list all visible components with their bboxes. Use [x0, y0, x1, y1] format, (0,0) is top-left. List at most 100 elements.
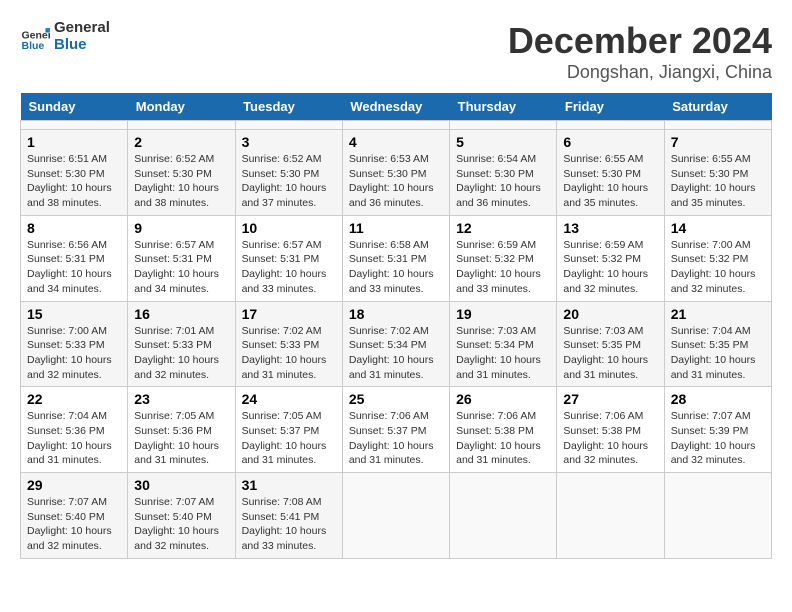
calendar-cell: 6 Sunrise: 6:55 AMSunset: 5:30 PMDaylight…	[557, 130, 664, 216]
day-info: Sunrise: 7:02 AMSunset: 5:34 PMDaylight:…	[349, 324, 443, 383]
day-info: Sunrise: 7:02 AMSunset: 5:33 PMDaylight:…	[242, 324, 336, 383]
logo: General Blue General Blue	[20, 20, 110, 53]
calendar-cell	[557, 121, 664, 130]
calendar-cell: 23Sunrise: 7:05 AMSunset: 5:36 PMDayligh…	[128, 387, 235, 473]
day-number: 14	[671, 220, 765, 236]
day-info: Sunrise: 7:06 AMSunset: 5:38 PMDaylight:…	[456, 409, 550, 468]
calendar-row-2: 8Sunrise: 6:56 AMSunset: 5:31 PMDaylight…	[21, 215, 772, 301]
day-info: Sunrise: 7:04 AMSunset: 5:36 PMDaylight:…	[27, 409, 121, 468]
day-info: Sunrise: 6:53 AMSunset: 5:30 PMDaylight:…	[349, 152, 443, 211]
day-number: 7	[671, 134, 765, 150]
calendar-cell: 17 Sunrise: 7:02 AMSunset: 5:33 PMDayligh…	[235, 301, 342, 387]
day-info: Sunrise: 7:03 AMSunset: 5:34 PMDaylight:…	[456, 324, 550, 383]
day-info: Sunrise: 7:05 AMSunset: 5:36 PMDaylight:…	[134, 409, 228, 468]
title-area: December 2024 Dongshan, Jiangxi, China	[508, 20, 772, 83]
calendar-cell: 1 Sunrise: 6:51 AMSunset: 5:30 PMDaylight…	[21, 130, 128, 216]
day-info: Sunrise: 7:07 AMSunset: 5:39 PMDaylight:…	[671, 409, 765, 468]
day-number: 2	[134, 134, 228, 150]
day-number: 26	[456, 391, 550, 407]
day-info: Sunrise: 6:59 AMSunset: 5:32 PMDaylight:…	[456, 238, 550, 297]
day-number: 27	[563, 391, 657, 407]
calendar-header-row: Sunday Monday Tuesday Wednesday Thursday…	[21, 93, 772, 121]
day-info: Sunrise: 7:06 AMSunset: 5:37 PMDaylight:…	[349, 409, 443, 468]
day-number: 10	[242, 220, 336, 236]
calendar-cell: 3 Sunrise: 6:52 AMSunset: 5:30 PMDaylight…	[235, 130, 342, 216]
calendar-cell	[342, 121, 449, 130]
day-number: 17	[242, 306, 336, 322]
calendar-cell: 24Sunrise: 7:05 AMSunset: 5:37 PMDayligh…	[235, 387, 342, 473]
day-info: Sunrise: 7:06 AMSunset: 5:38 PMDaylight:…	[563, 409, 657, 468]
calendar-cell: 9Sunrise: 6:57 AMSunset: 5:31 PMDaylight…	[128, 215, 235, 301]
header-thursday: Thursday	[450, 93, 557, 121]
day-number: 20	[563, 306, 657, 322]
day-info: Sunrise: 6:55 AMSunset: 5:30 PMDaylight:…	[563, 152, 657, 211]
calendar-cell	[450, 473, 557, 559]
calendar-cell: 4 Sunrise: 6:53 AMSunset: 5:30 PMDaylight…	[342, 130, 449, 216]
day-number: 30	[134, 477, 228, 493]
calendar-row-1: 1 Sunrise: 6:51 AMSunset: 5:30 PMDaylight…	[21, 130, 772, 216]
day-number: 19	[456, 306, 550, 322]
day-number: 24	[242, 391, 336, 407]
day-info: Sunrise: 7:07 AMSunset: 5:40 PMDaylight:…	[27, 495, 121, 554]
day-info: Sunrise: 7:00 AMSunset: 5:33 PMDaylight:…	[27, 324, 121, 383]
calendar-cell	[21, 121, 128, 130]
calendar-cell: 10 Sunrise: 6:57 AMSunset: 5:31 PMDayligh…	[235, 215, 342, 301]
calendar-table: Sunday Monday Tuesday Wednesday Thursday…	[20, 93, 772, 559]
calendar-cell: 31 Sunrise: 7:08 AMSunset: 5:41 PMDayligh…	[235, 473, 342, 559]
calendar-cell: 20 Sunrise: 7:03 AMSunset: 5:35 PMDayligh…	[557, 301, 664, 387]
day-number: 15	[27, 306, 121, 322]
header-sunday: Sunday	[21, 93, 128, 121]
day-info: Sunrise: 7:01 AMSunset: 5:33 PMDaylight:…	[134, 324, 228, 383]
calendar-cell: 19 Sunrise: 7:03 AMSunset: 5:34 PMDayligh…	[450, 301, 557, 387]
day-info: Sunrise: 6:54 AMSunset: 5:30 PMDaylight:…	[456, 152, 550, 211]
day-number: 3	[242, 134, 336, 150]
day-number: 13	[563, 220, 657, 236]
day-number: 1	[27, 134, 121, 150]
calendar-row-5: 29 Sunrise: 7:07 AMSunset: 5:40 PMDayligh…	[21, 473, 772, 559]
svg-text:Blue: Blue	[22, 40, 45, 52]
page-header: General Blue General Blue December 2024 …	[20, 20, 772, 83]
day-number: 8	[27, 220, 121, 236]
calendar-cell: 16 Sunrise: 7:01 AMSunset: 5:33 PMDayligh…	[128, 301, 235, 387]
day-number: 6	[563, 134, 657, 150]
day-number: 4	[349, 134, 443, 150]
calendar-cell: 12 Sunrise: 6:59 AMSunset: 5:32 PMDayligh…	[450, 215, 557, 301]
calendar-cell: 14Sunrise: 7:00 AMSunset: 5:32 PMDayligh…	[664, 215, 771, 301]
calendar-cell	[235, 121, 342, 130]
day-number: 29	[27, 477, 121, 493]
day-info: Sunrise: 7:08 AMSunset: 5:41 PMDaylight:…	[242, 495, 336, 554]
calendar-cell	[342, 473, 449, 559]
calendar-cell: 13 Sunrise: 6:59 AMSunset: 5:32 PMDayligh…	[557, 215, 664, 301]
day-number: 21	[671, 306, 765, 322]
day-info: Sunrise: 7:03 AMSunset: 5:35 PMDaylight:…	[563, 324, 657, 383]
day-info: Sunrise: 6:58 AMSunset: 5:31 PMDaylight:…	[349, 238, 443, 297]
header-wednesday: Wednesday	[342, 93, 449, 121]
header-tuesday: Tuesday	[235, 93, 342, 121]
calendar-row-3: 15 Sunrise: 7:00 AMSunset: 5:33 PMDayligh…	[21, 301, 772, 387]
header-friday: Friday	[557, 93, 664, 121]
day-info: Sunrise: 6:59 AMSunset: 5:32 PMDaylight:…	[563, 238, 657, 297]
month-title: December 2024	[508, 20, 772, 62]
day-number: 31	[242, 477, 336, 493]
day-info: Sunrise: 6:57 AMSunset: 5:31 PMDaylight:…	[242, 238, 336, 297]
calendar-cell: 29 Sunrise: 7:07 AMSunset: 5:40 PMDayligh…	[21, 473, 128, 559]
calendar-cell: 11Sunrise: 6:58 AMSunset: 5:31 PMDayligh…	[342, 215, 449, 301]
day-number: 16	[134, 306, 228, 322]
day-number: 28	[671, 391, 765, 407]
header-monday: Monday	[128, 93, 235, 121]
day-info: Sunrise: 7:07 AMSunset: 5:40 PMDaylight:…	[134, 495, 228, 554]
calendar-cell: 15 Sunrise: 7:00 AMSunset: 5:33 PMDayligh…	[21, 301, 128, 387]
calendar-row-4: 22Sunrise: 7:04 AMSunset: 5:36 PMDayligh…	[21, 387, 772, 473]
day-number: 12	[456, 220, 550, 236]
logo-general: General	[54, 20, 110, 37]
day-info: Sunrise: 6:52 AMSunset: 5:30 PMDaylight:…	[242, 152, 336, 211]
day-info: Sunrise: 6:51 AMSunset: 5:30 PMDaylight:…	[27, 152, 121, 211]
calendar-cell: 25Sunrise: 7:06 AMSunset: 5:37 PMDayligh…	[342, 387, 449, 473]
header-saturday: Saturday	[664, 93, 771, 121]
logo-icon: General Blue	[20, 22, 50, 52]
calendar-cell	[557, 473, 664, 559]
calendar-cell: 27 Sunrise: 7:06 AMSunset: 5:38 PMDayligh…	[557, 387, 664, 473]
calendar-cell	[128, 121, 235, 130]
calendar-cell: 28 Sunrise: 7:07 AMSunset: 5:39 PMDayligh…	[664, 387, 771, 473]
calendar-cell: 5Sunrise: 6:54 AMSunset: 5:30 PMDaylight…	[450, 130, 557, 216]
